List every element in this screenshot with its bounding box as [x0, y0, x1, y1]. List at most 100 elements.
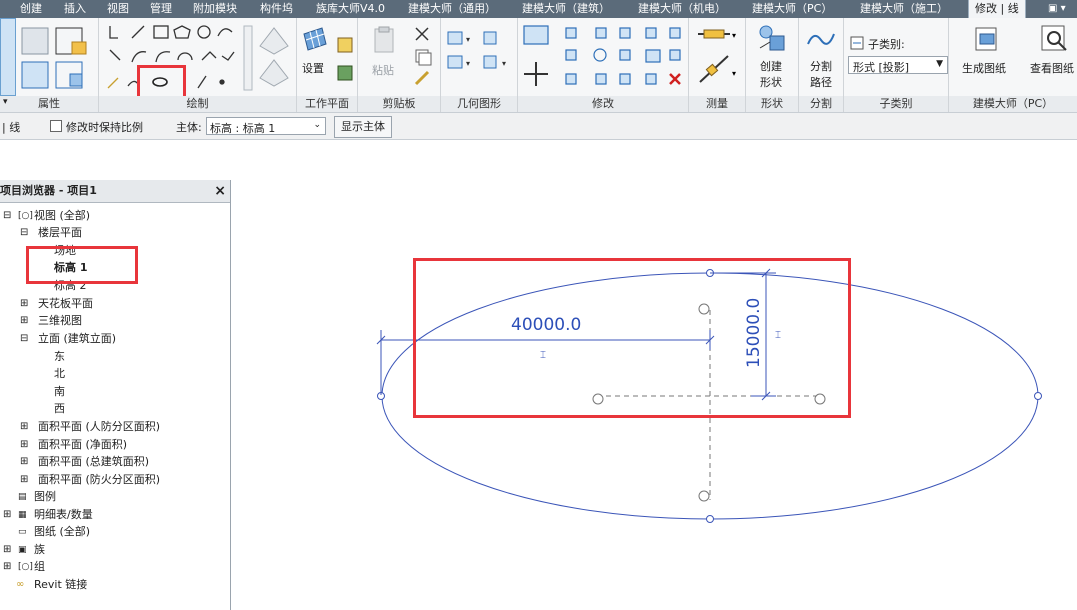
drawing-canvas[interactable]: 40000.0 ⌶ 15000.0 ⌶ — [231, 140, 1077, 610]
divide-path-icon[interactable] — [806, 26, 836, 52]
clipboard-tools-icons[interactable] — [410, 22, 436, 94]
subcategory-label: 子类别: — [868, 38, 905, 51]
svg-text:▾: ▾ — [732, 31, 736, 40]
keep-ratio-checkbox[interactable] — [50, 120, 62, 132]
draw-extra-icons[interactable] — [256, 22, 292, 92]
expand-icon[interactable]: ⊞ — [20, 314, 28, 328]
tab-jianmo-arch[interactable]: 建模大师（建筑） — [522, 0, 610, 18]
chevron-down-icon[interactable]: ▾ — [3, 97, 8, 107]
create-form-label-1[interactable]: 创建 — [760, 58, 782, 74]
legend-icon: ▤ — [18, 492, 27, 502]
tab-jianmo-general[interactable]: 建模大师（通用） — [408, 0, 496, 18]
tab-jianmo-pc[interactable]: 建模大师（PC） — [752, 0, 832, 18]
tree-item-ceiling-plans[interactable]: 天花板平面 — [38, 297, 93, 311]
tree-item-schedules[interactable]: 明细表/数量 — [34, 508, 93, 522]
expand-icon[interactable]: ⊞ — [20, 438, 28, 452]
expand-icon[interactable]: ⊞ — [20, 297, 28, 311]
expand-icon[interactable]: ⊞ — [20, 455, 28, 469]
panel-title-jianmo-pc: 建模大师（PC） — [949, 96, 1077, 112]
create-form-label-2[interactable]: 形状 — [760, 74, 782, 90]
tab-insert[interactable]: 插入 — [64, 0, 86, 18]
tree-item-area-civil-defense[interactable]: 面积平面 (人防分区面积) — [38, 420, 160, 434]
project-browser-title-bar: 项目浏览器 - 项目1 × — [0, 180, 230, 203]
tree-item-sheets[interactable]: 图纸 (全部) — [34, 525, 90, 539]
expand-icon[interactable]: ⊞ — [3, 560, 11, 574]
keep-ratio-label: 修改时保持比例 — [66, 121, 143, 134]
tree-item-views[interactable]: 视图 (全部) — [34, 209, 90, 223]
host-label: 主体: — [176, 121, 202, 134]
chevron-down-icon: ⌄ — [313, 120, 321, 130]
subcategory-dropdown[interactable]: 形式 [投影] ▼ — [848, 56, 948, 74]
tab-view[interactable]: 视图 — [107, 0, 129, 18]
divide-path-label-2[interactable]: 路径 — [810, 74, 832, 90]
expand-icon[interactable]: ⊞ — [20, 420, 28, 434]
link-icon: ∞ — [16, 579, 25, 590]
view-drawing-label[interactable]: 查看图纸 — [1030, 60, 1074, 76]
modify-tools-icons[interactable] — [522, 22, 690, 94]
create-form-icon[interactable] — [756, 24, 788, 52]
views-icon: [○] — [18, 211, 33, 221]
window-menu-icon[interactable]: ▣ ▾ — [1048, 0, 1066, 18]
tree-item-area-net[interactable]: 面积平面 (净面积) — [38, 438, 127, 452]
panel-title-divide: 分割 — [799, 96, 843, 112]
workplane-viewer-icon[interactable] — [336, 36, 356, 88]
tree-item-north[interactable]: 北 — [54, 367, 65, 381]
tree-item-area-fire[interactable]: 面积平面 (防火分区面积) — [38, 473, 160, 487]
generate-drawing-label[interactable]: 生成图纸 — [962, 60, 1006, 76]
workplane-set-label[interactable]: 设置 — [302, 60, 324, 76]
paste-label[interactable]: 粘贴 — [372, 62, 394, 78]
ribbon-tab-bar: 创建 插入 视图 管理 附加模块 构件坞 族库大师V4.0 建模大师（通用） 建… — [0, 0, 1077, 18]
tab-addins[interactable]: 附加模块 — [193, 0, 237, 18]
panel-title-subcategory: 子类别 — [844, 96, 948, 112]
sheet-icon: ▭ — [18, 527, 27, 537]
tree-item-groups[interactable]: 组 — [34, 560, 45, 574]
panel-title-form: 形状 — [746, 96, 798, 112]
panel-title-modify: 修改 — [518, 96, 688, 112]
tree-item-east[interactable]: 东 — [54, 350, 65, 364]
panel-title-clipboard: 剪贴板 — [358, 96, 440, 112]
project-browser-title: 项目浏览器 - 项目1 — [0, 184, 97, 197]
tree-item-west[interactable]: 西 — [54, 402, 65, 416]
expand-icon[interactable]: ⊞ — [20, 473, 28, 487]
tree-item-revit-links[interactable]: Revit 链接 — [34, 578, 87, 592]
generate-drawing-icon[interactable] — [972, 24, 1002, 54]
collapse-icon[interactable]: ⊟ — [3, 209, 11, 223]
dimension-highlight — [413, 258, 851, 418]
tree-item-south[interactable]: 南 — [54, 385, 65, 399]
tree-item-floor-plans[interactable]: 楼层平面 — [38, 226, 82, 240]
svg-text:▾: ▾ — [466, 59, 470, 68]
expand-icon[interactable]: ⊞ — [3, 543, 11, 557]
measure-tools-icons[interactable]: ▾▾ — [694, 26, 740, 90]
select-button[interactable] — [0, 18, 16, 96]
show-host-button[interactable]: 显示主体 — [334, 116, 392, 138]
close-icon[interactable]: × — [214, 180, 226, 202]
tree-item-legends[interactable]: 图例 — [34, 490, 56, 504]
expand-icon[interactable]: ⊞ — [3, 508, 11, 522]
tab-jianmo-mep[interactable]: 建模大师（机电） — [638, 0, 726, 18]
workplane-set-icon[interactable] — [302, 26, 328, 52]
tree-item-families[interactable]: 族 — [34, 543, 45, 557]
options-bar: | 线 修改时保持比例 主体: 标高 : 标高 1 ⌄ 显示主体 — [0, 113, 1077, 140]
tab-jianmo-construction[interactable]: 建模大师（施工） — [860, 0, 948, 18]
tab-modify-line[interactable]: 修改 | 线 — [968, 0, 1026, 18]
geometry-tools-icons[interactable]: ▾ ▾ ▾ — [444, 28, 514, 88]
svg-text:▾: ▾ — [732, 69, 736, 78]
panel-title-workplane: 工作平面 — [297, 96, 357, 112]
tab-component[interactable]: 构件坞 — [260, 0, 293, 18]
paste-icon[interactable] — [372, 26, 396, 54]
collapse-icon[interactable]: ⊟ — [20, 226, 28, 240]
host-dropdown[interactable]: 标高 : 标高 1 ⌄ — [206, 117, 326, 135]
family-icon: ▣ — [18, 545, 27, 555]
divide-path-label-1[interactable]: 分割 — [810, 58, 832, 74]
tab-create[interactable]: 创建 — [20, 0, 42, 18]
tree-item-area-gross[interactable]: 面积平面 (总建筑面积) — [38, 455, 149, 469]
tab-familylib[interactable]: 族库大师V4.0 — [316, 0, 385, 18]
view-drawing-icon[interactable] — [1040, 24, 1070, 54]
tree-item-elevations[interactable]: 立面 (建筑立面) — [38, 332, 116, 346]
tab-manage[interactable]: 管理 — [150, 0, 172, 18]
panel-title-draw: 绘制 — [99, 96, 296, 112]
subcategory-icon — [850, 36, 864, 50]
collapse-icon[interactable]: ⊟ — [20, 332, 28, 346]
tree-item-3d-views[interactable]: 三维视图 — [38, 314, 82, 328]
properties-icons — [21, 27, 87, 89]
